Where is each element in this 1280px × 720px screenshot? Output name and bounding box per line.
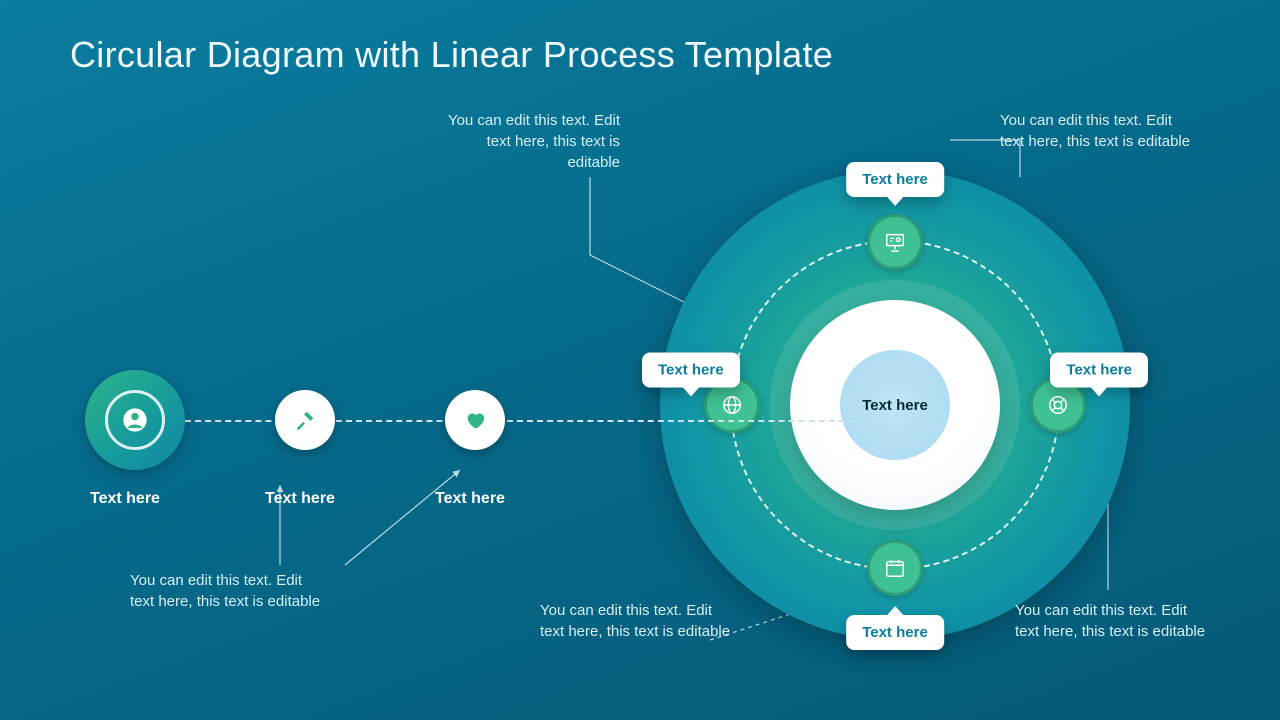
center-label: Text here: [840, 350, 950, 460]
callout-top-left: You can edit this text. Edit text here, …: [440, 110, 620, 173]
callout-bottom-left: You can edit this text. Edit text here, …: [130, 570, 330, 612]
user-icon: [121, 406, 149, 434]
circular-diagram: Text here: [660, 170, 1130, 640]
pill-right: Text here: [1050, 353, 1148, 388]
presentation-icon: [884, 231, 906, 253]
orbit-node-bottom: [867, 540, 923, 596]
gavel-icon: [294, 409, 316, 431]
lifebuoy-icon: [1047, 394, 1069, 416]
pill-top: Text here: [846, 162, 944, 197]
orbit-node-top: [867, 214, 923, 270]
callout-bottom-right: You can edit this text. Edit text here, …: [1015, 600, 1215, 642]
globe-icon: [721, 394, 743, 416]
linear-step-1-label: Text here: [90, 490, 160, 508]
pill-bottom: Text here: [846, 615, 944, 650]
linear-step-1-ring: [105, 390, 165, 450]
linear-step-3: [445, 390, 505, 450]
dashed-ring: Text here: [730, 240, 1060, 570]
linear-step-2: [275, 390, 335, 450]
outer-ring: Text here: [660, 170, 1130, 640]
pill-left: Text here: [642, 353, 740, 388]
heart-icon: [464, 409, 486, 431]
callout-top-right: You can edit this text. Edit text here, …: [1000, 110, 1200, 152]
core-circle: Text here: [790, 300, 1000, 510]
calendar-icon: [884, 557, 906, 579]
callout-bottom-mid: You can edit this text. Edit text here, …: [540, 600, 740, 642]
linear-step-3-label: Text here: [435, 490, 505, 508]
linear-step-1: [85, 370, 185, 470]
page-title: Circular Diagram with Linear Process Tem…: [70, 34, 833, 76]
linear-step-2-label: Text here: [265, 490, 335, 508]
